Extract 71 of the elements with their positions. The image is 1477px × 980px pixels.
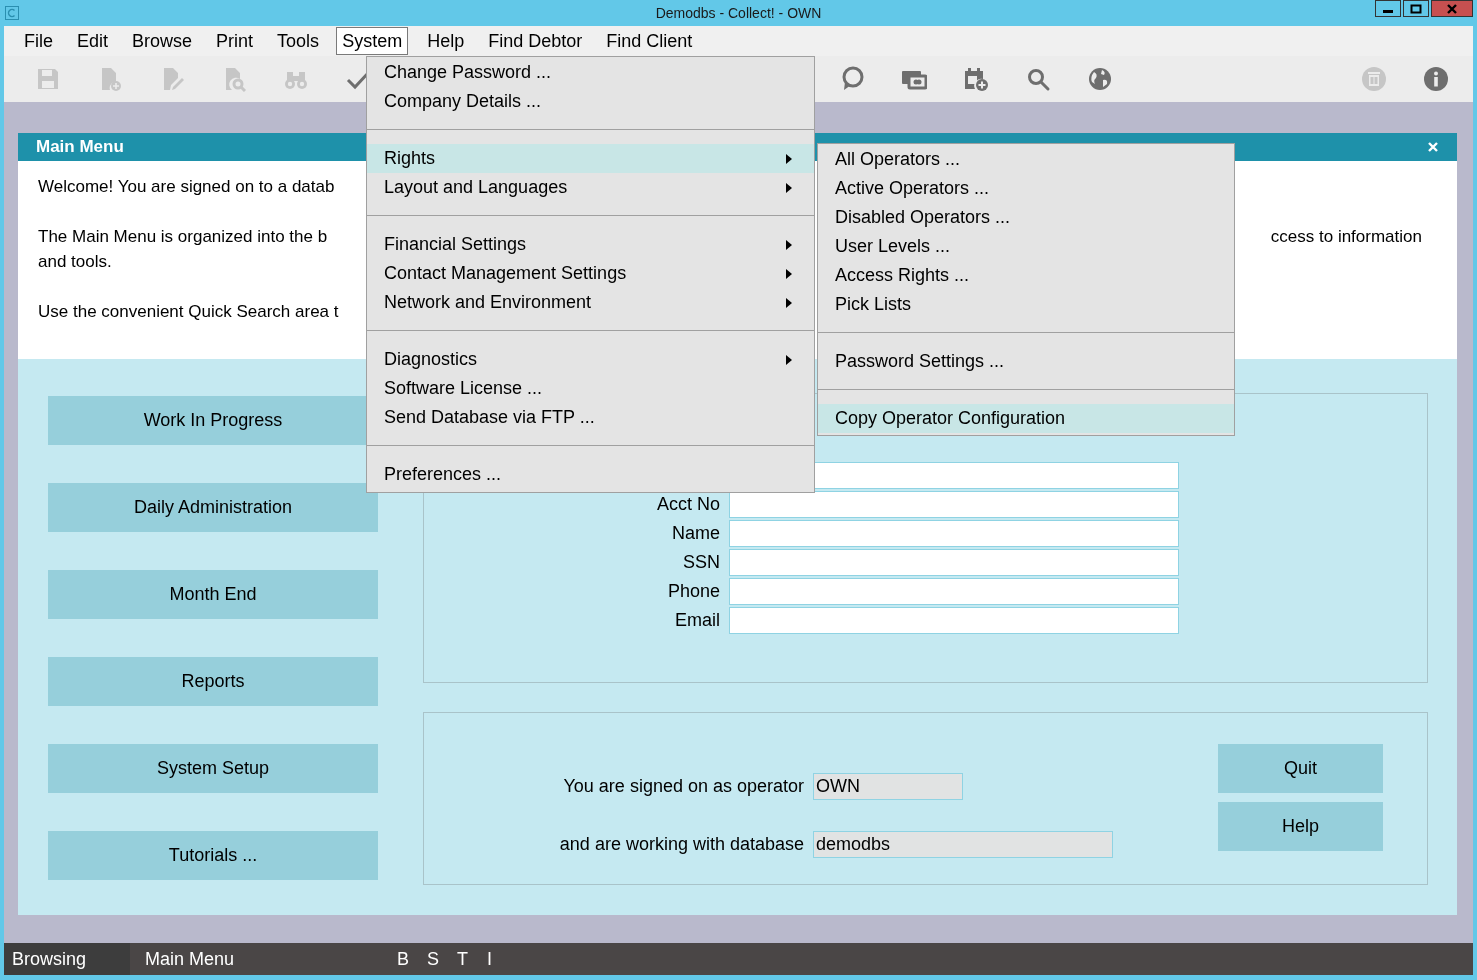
welcome-text: Welcome! You are signed on to a datab <box>38 177 335 196</box>
menu-option[interactable]: Rights <box>367 144 814 173</box>
database-label: and are working with database <box>558 834 804 855</box>
status-letter: T <box>457 948 469 970</box>
menu-item[interactable]: Tools <box>272 27 325 55</box>
menu-option[interactable]: Active Operators ... <box>818 174 1234 203</box>
nav-button[interactable]: Reports <box>48 657 378 706</box>
info-icon[interactable] <box>1423 66 1449 92</box>
database-field[interactable]: demodbs <box>813 831 1113 858</box>
menu-option[interactable]: Company Details ... <box>367 87 814 116</box>
field-label: Phone <box>666 580 720 603</box>
menu-item[interactable]: Edit <box>72 27 114 55</box>
minimize-button[interactable] <box>1375 0 1401 17</box>
intro-text: Use the convenient Quick Search area t <box>38 302 339 321</box>
nav-button[interactable]: Month End <box>48 570 378 619</box>
intro-text: ccess to information <box>1270 226 1422 248</box>
nav-button[interactable]: System Setup <box>48 744 378 793</box>
search-field[interactable] <box>729 520 1179 547</box>
menu-option[interactable]: Access Rights ... <box>818 261 1234 290</box>
menu-option[interactable]: All Operators ... <box>818 145 1234 174</box>
nav-button[interactable]: Daily Administration <box>48 483 378 532</box>
dialog-button[interactable]: Quit <box>1218 744 1383 793</box>
menu-option[interactable]: Diagnostics <box>367 345 814 374</box>
menu-option[interactable]: Financial Settings <box>367 230 814 259</box>
menu-option[interactable]: Password Settings ... <box>818 347 1234 376</box>
search-icon[interactable] <box>1025 66 1051 92</box>
menu-option[interactable]: Change Password ... <box>367 58 814 87</box>
status-letter: I <box>487 948 493 970</box>
menu-item[interactable]: Help <box>422 27 470 55</box>
close-button[interactable] <box>1431 0 1473 17</box>
operator-label: You are signed on as operator <box>562 776 804 797</box>
menu-item[interactable]: Find Debtor <box>483 27 588 55</box>
field-label: SSN <box>682 551 720 574</box>
intro-text: and tools. <box>38 252 112 271</box>
menu-option[interactable]: Copy Operator Configuration <box>818 404 1234 433</box>
menu-option[interactable]: User Levels ... <box>818 232 1234 261</box>
maximize-button[interactable] <box>1403 0 1429 17</box>
status-letter: S <box>427 948 440 970</box>
globe-icon[interactable] <box>1087 66 1113 92</box>
minimize-icon <box>1383 10 1393 13</box>
nav-button[interactable]: Tutorials ... <box>48 831 378 880</box>
app-icon[interactable] <box>5 6 19 20</box>
close-icon <box>1446 3 1458 14</box>
operator-field[interactable]: OWN <box>813 773 963 800</box>
panel-title: Main Menu <box>36 137 124 157</box>
status-letter: B <box>397 948 410 970</box>
field-label: Name <box>671 522 720 545</box>
calendar-plus-icon[interactable] <box>963 66 989 92</box>
search-field[interactable] <box>729 578 1179 605</box>
menu-option[interactable]: Contact Management Settings <box>367 259 814 288</box>
menu-item[interactable]: Browse <box>127 27 198 55</box>
window-title: Demodbs - Collect! - OWN <box>655 5 822 21</box>
dialog-button[interactable]: Help <box>1218 802 1383 851</box>
menu-option[interactable]: Pick Lists <box>818 290 1234 319</box>
field-label: Acct No <box>655 493 720 516</box>
search-field[interactable] <box>729 549 1179 576</box>
menu-item[interactable]: System <box>336 27 409 55</box>
menu-option[interactable]: Network and Environment <box>367 288 814 317</box>
menu-item[interactable]: File <box>19 27 58 55</box>
close-icon[interactable] <box>1427 141 1439 153</box>
intro-text: The Main Menu is organized into the b <box>38 226 328 248</box>
field-label: Email <box>674 609 720 632</box>
search-field[interactable] <box>729 607 1179 634</box>
menu-option[interactable]: Disabled Operators ... <box>818 203 1234 232</box>
menu-item[interactable]: Print <box>211 27 259 55</box>
menu-item[interactable]: Find Client <box>601 27 698 55</box>
search-field[interactable] <box>729 491 1179 518</box>
maximize-icon <box>1410 3 1422 14</box>
menu-option[interactable]: Layout and Languages <box>367 173 814 202</box>
status-mode: Browsing <box>4 943 130 975</box>
status-screen: Main Menu <box>144 948 236 970</box>
